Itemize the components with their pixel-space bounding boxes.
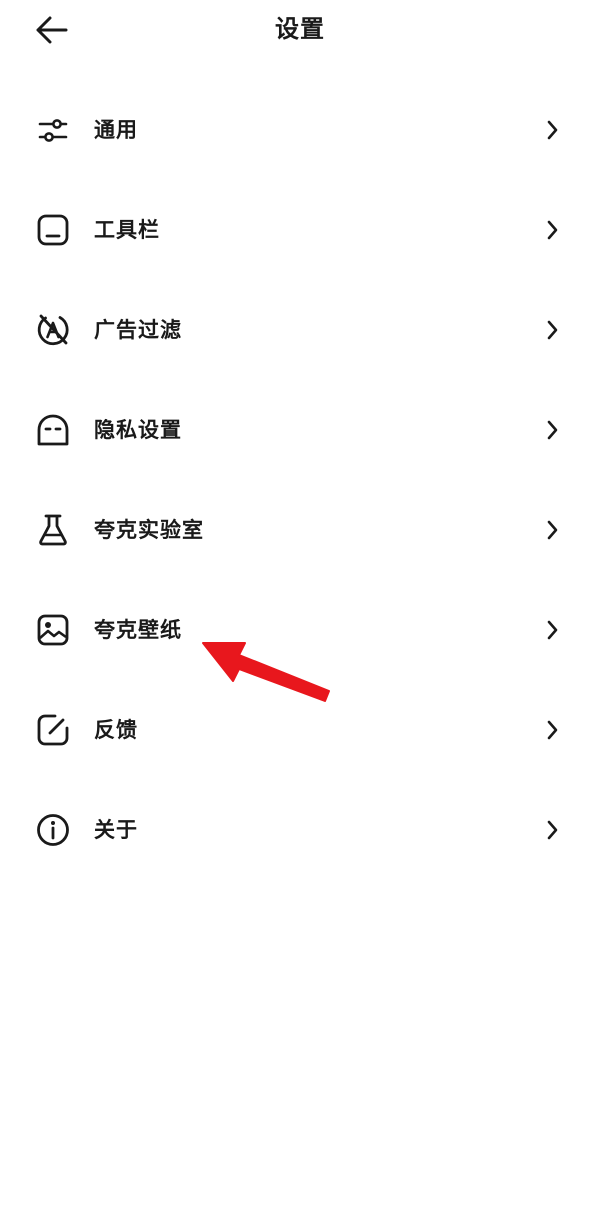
menu-item-about[interactable]: 关于 <box>0 780 600 880</box>
chevron-right-icon <box>542 516 564 544</box>
menu-item-label: 广告过滤 <box>94 318 182 342</box>
ad-block-icon <box>35 312 71 348</box>
menu-item-label: 关于 <box>94 818 138 842</box>
settings-menu: 通用 工具栏 广告过滤 隐私设置 夸克实验室 夸克壁纸 反馈 关于 <box>0 80 600 880</box>
chevron-right-icon <box>542 216 564 244</box>
privacy-face-icon <box>35 412 71 448</box>
menu-item-label: 隐私设置 <box>94 418 182 442</box>
chevron-right-icon <box>542 616 564 644</box>
chevron-right-icon <box>542 316 564 344</box>
menu-item-label: 工具栏 <box>94 218 160 242</box>
edit-icon <box>35 712 71 748</box>
flask-icon <box>35 512 71 548</box>
menu-item-label: 夸克壁纸 <box>94 618 182 642</box>
chevron-right-icon <box>542 116 564 144</box>
chevron-right-icon <box>542 816 564 844</box>
menu-item-label: 通用 <box>94 118 138 142</box>
annotation-arrow-icon <box>202 642 330 702</box>
menu-item-general[interactable]: 通用 <box>0 80 600 180</box>
toolbar-icon <box>35 212 71 248</box>
chevron-right-icon <box>542 416 564 444</box>
top-bar: 设置 <box>0 0 600 58</box>
menu-item-lab[interactable]: 夸克实验室 <box>0 480 600 580</box>
sliders-icon <box>35 112 71 148</box>
image-icon <box>35 612 71 648</box>
menu-item-label: 夸克实验室 <box>94 518 204 542</box>
info-icon <box>35 812 71 848</box>
menu-item-label: 反馈 <box>94 718 138 742</box>
chevron-right-icon <box>542 716 564 744</box>
menu-item-toolbar[interactable]: 工具栏 <box>0 180 600 280</box>
menu-item-ad-filter[interactable]: 广告过滤 <box>0 280 600 380</box>
menu-item-privacy[interactable]: 隐私设置 <box>0 380 600 480</box>
page-title: 设置 <box>275 15 325 43</box>
